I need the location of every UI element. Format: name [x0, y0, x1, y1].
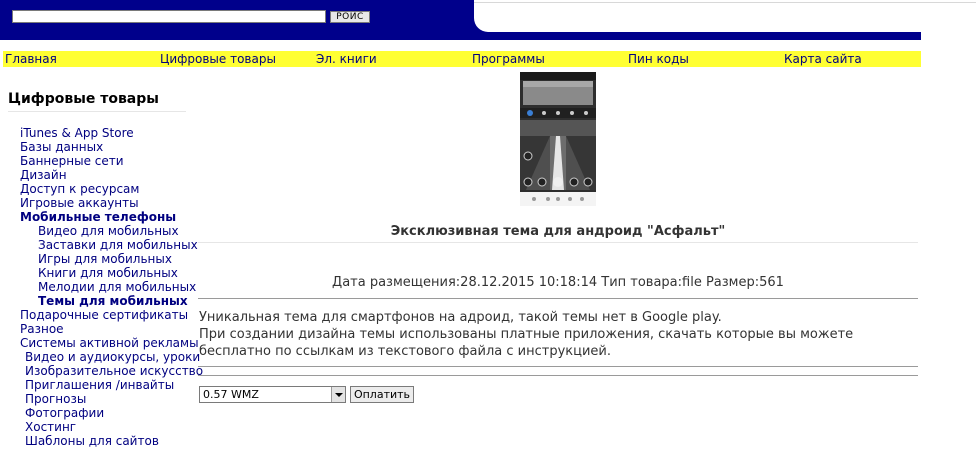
- sidebar-subitem-mobile-books[interactable]: Книги для мобильных: [38, 266, 178, 280]
- price-select[interactable]: 0.57 WMZ: [199, 386, 346, 403]
- sidebar-item-mobile[interactable]: Мобильные телефоны: [20, 210, 176, 224]
- pay-button[interactable]: Оплатить: [350, 386, 414, 403]
- header-divider: [474, 2, 976, 3]
- sidebar-item-ad-systems[interactable]: Системы активной рекламы: [20, 336, 199, 350]
- search-input[interactable]: [12, 10, 326, 23]
- product-image[interactable]: [520, 72, 596, 206]
- sidebar-title: Цифровые товары: [8, 91, 186, 112]
- description-divider-bottom-2: [198, 375, 918, 376]
- sidebar-item-databases[interactable]: Базы данных: [20, 140, 103, 154]
- nav-item-sitemap[interactable]: Карта сайта: [784, 52, 862, 66]
- sidebar-item-misc[interactable]: Разное: [20, 322, 64, 336]
- sidebar-item-access[interactable]: Доступ к ресурсам: [20, 182, 139, 196]
- sidebar-item-video-courses[interactable]: Видео и аудиокурсы, уроки: [25, 350, 200, 364]
- sidebar-item-game-accounts[interactable]: Игровые аккаунты: [20, 196, 139, 210]
- description-line-1: Уникальная тема для смартфонов на адроид…: [199, 310, 722, 325]
- header-notch: [474, 0, 976, 32]
- sidebar-item-invites[interactable]: Приглашения /инвайты: [25, 378, 174, 392]
- description-divider-top: [198, 298, 918, 299]
- product-title: Эксклюзивная тема для андроид "Асфальт": [390, 224, 726, 239]
- sidebar-item-itunes[interactable]: iTunes & App Store: [20, 126, 134, 140]
- sidebar-item-design[interactable]: Дизайн: [20, 168, 67, 182]
- product-meta: Дата размещения:28.12.2015 10:18:14 Тип …: [332, 275, 784, 290]
- sidebar-item-banner-nets[interactable]: Баннерные сети: [20, 154, 124, 168]
- price-select-value: 0.57 WMZ: [203, 388, 259, 401]
- chevron-down-icon[interactable]: [331, 387, 345, 402]
- search-button[interactable]: POИC: [330, 11, 370, 23]
- sidebar-item-gift-cards[interactable]: Подарочные сертификаты: [20, 308, 188, 322]
- nav-item-ebooks[interactable]: Эл. книги: [316, 52, 377, 66]
- nav-item-pin-codes[interactable]: Пин коды: [628, 52, 689, 66]
- sidebar-item-site-templates[interactable]: Шаблоны для сайтов: [25, 434, 159, 448]
- nav-item-digital[interactable]: Цифровые товары: [160, 52, 276, 66]
- sidebar-subitem-mobile-wallpapers[interactable]: Заставки для мобильных: [38, 238, 198, 252]
- sidebar-subitem-mobile-games[interactable]: Игры для мобильных: [38, 252, 172, 266]
- sidebar-item-photos[interactable]: Фотографии: [25, 406, 104, 420]
- description-line-2: При создании дизайна темы использованы п…: [199, 327, 854, 359]
- nav-item-software[interactable]: Программы: [472, 52, 545, 66]
- description-divider-bottom-1: [198, 366, 918, 367]
- main-nav: Главная Цифровые товары Эл. книги Програ…: [3, 51, 921, 67]
- sidebar-subitem-mobile-ringtones[interactable]: Мелодии для мобильных: [38, 280, 196, 294]
- sidebar-subitem-mobile-video[interactable]: Видео для мобильных: [38, 224, 179, 238]
- title-divider: [198, 242, 918, 243]
- sidebar-item-hosting[interactable]: Хостинг: [25, 420, 76, 434]
- sidebar-item-fine-art[interactable]: Изобразительное искусство: [25, 364, 203, 378]
- sidebar-subitem-mobile-themes[interactable]: Темы для мобильных: [38, 294, 188, 308]
- product-description: Уникальная тема для смартфонов на адроид…: [199, 309, 919, 360]
- nav-item-home[interactable]: Главная: [5, 52, 57, 66]
- sidebar-item-forecasts[interactable]: Прогнозы: [25, 392, 86, 406]
